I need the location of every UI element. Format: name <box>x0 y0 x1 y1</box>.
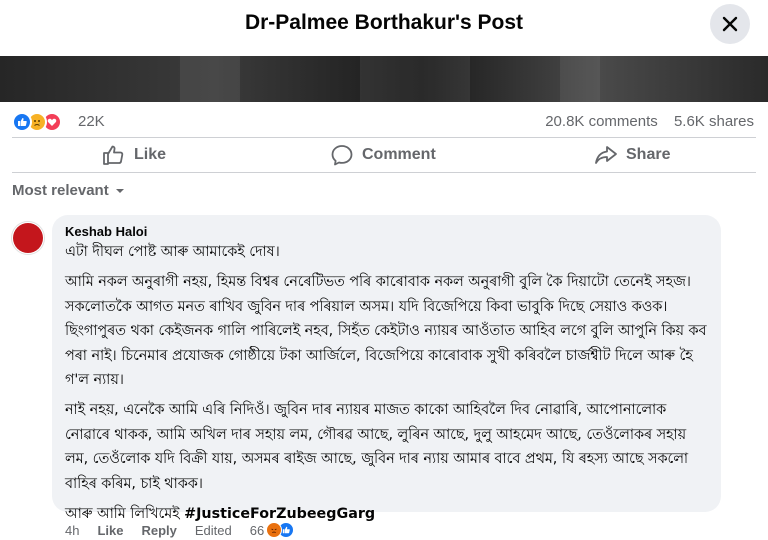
comment-paragraph: আমি নকল অনুৰাগী নহয়, হিমন্ত বিশ্বৰ নেৰে… <box>65 274 707 389</box>
thumbs-up-icon <box>103 145 124 165</box>
post-stats: 22K 20.8K comments 5.6K shares <box>0 104 768 138</box>
like-label: Like <box>134 146 167 163</box>
share-label: Share <box>626 146 671 163</box>
comment-meta: 4h Like Reply Edited 66 <box>65 522 295 538</box>
comment-reaction-count[interactable]: 66 <box>250 523 264 538</box>
reaction-icons[interactable] <box>12 111 62 133</box>
close-button[interactable] <box>710 4 750 44</box>
comment-bubble: Keshab Haloi এটা দীঘল পোষ্ট আৰু আমাকেই দ… <box>52 215 721 522</box>
comment-like-button[interactable]: Like <box>97 523 123 538</box>
comments-count[interactable]: 20.8K comments <box>545 113 658 130</box>
post-media[interactable] <box>0 56 768 102</box>
share-button[interactable]: Share <box>594 139 670 171</box>
commenter-avatar[interactable] <box>11 221 45 255</box>
shares-count[interactable]: 5.6K shares <box>674 113 754 130</box>
sort-label: Most relevant <box>12 182 109 199</box>
like-reaction-icon <box>12 112 32 132</box>
hashtag-link[interactable]: #JusticeForZubeegGarg <box>184 506 375 522</box>
avatar-logo <box>13 223 43 253</box>
post-header: Dr-Palmee Borthakur's Post <box>0 0 768 56</box>
post-actions: Like Comment Share <box>0 139 768 171</box>
divider <box>12 137 756 138</box>
comment-paragraph: এটা দীঘল পোষ্ট আৰু আমাকেই দোষ। <box>65 244 280 260</box>
comment-label: Comment <box>362 146 436 163</box>
comment-sort-dropdown[interactable]: Most relevant <box>12 182 125 199</box>
comment-closing-text: আৰু আমি লিখিমেই <box>65 506 180 523</box>
comment-paragraph: নাই নহয়, এনেকৈ আমি এৰি নিদিওঁ। জুবিন দা… <box>65 402 689 492</box>
close-icon <box>722 16 738 32</box>
divider <box>12 172 756 173</box>
engagement-counts: 20.8K comments 5.6K shares <box>533 113 754 130</box>
comment-timestamp[interactable]: 4h <box>65 523 79 538</box>
comment-button[interactable]: Comment <box>330 139 436 171</box>
comment-bubble-icon <box>331 145 353 166</box>
share-arrow-icon <box>595 146 617 164</box>
reaction-count[interactable]: 22K <box>78 113 105 130</box>
comment-reply-button[interactable]: Reply <box>141 523 176 538</box>
edited-label: Edited <box>194 522 232 538</box>
comment-author[interactable]: Keshab Haloi <box>65 224 709 239</box>
caret-down-icon <box>115 188 124 193</box>
comment-body: এটা দীঘল পোষ্ট আৰু আমাকেই দোষ। আমি নকল অ… <box>65 240 709 526</box>
post-title: Dr-Palmee Borthakur's Post <box>244 11 524 34</box>
like-button[interactable]: Like <box>102 139 166 171</box>
